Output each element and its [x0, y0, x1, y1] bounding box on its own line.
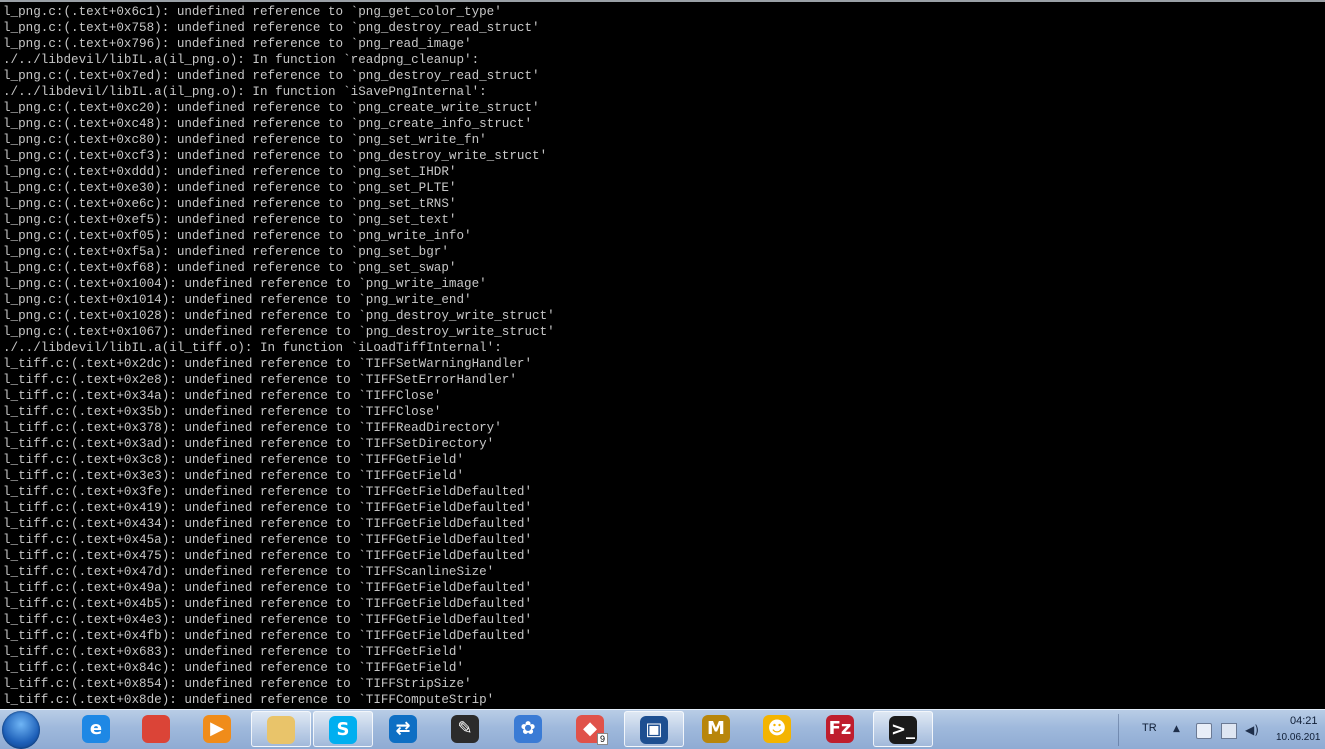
console-line: l_tiff.c:(.text+0x8de): undefined refere… — [3, 693, 495, 707]
taskbar-button-skype[interactable]: S — [313, 711, 373, 747]
console-line: l_tiff.c:(.text+0x475): undefined refere… — [3, 549, 533, 563]
volume-icon[interactable]: ◀) — [1245, 723, 1259, 737]
console-line: ./../libdevil/libIL.a(il_png.o): In func… — [3, 53, 480, 67]
console-line: l_png.c:(.text+0xddd): undefined referen… — [3, 165, 457, 179]
console-line: l_png.c:(.text+0x796): undefined referen… — [3, 37, 472, 51]
taskbar-button-internet-explorer[interactable]: e — [67, 711, 127, 747]
console-line: l_tiff.c:(.text+0x4fb): undefined refere… — [3, 629, 533, 643]
console-output: l_png.c:(.text+0x6c1): undefined referen… — [3, 4, 555, 708]
console-line: l_png.c:(.text+0xef5): undefined referen… — [3, 213, 457, 227]
internet-explorer-icon: e — [82, 715, 110, 743]
console-line: l_png.c:(.text+0x1004): undefined refere… — [3, 277, 487, 291]
taskbar-button-app-gem[interactable]: ◆ 9 — [561, 711, 621, 747]
taskbar-button-chrome[interactable] — [127, 711, 187, 747]
explorer-folder-icon — [267, 716, 295, 744]
console-line: l_tiff.c:(.text+0x35b): undefined refere… — [3, 405, 442, 419]
console-line: l_png.c:(.text+0x7ed): undefined referen… — [3, 69, 540, 83]
console-line: l_png.c:(.text+0xf5a): undefined referen… — [3, 245, 449, 259]
console-line: l_png.c:(.text+0x6c1): undefined referen… — [3, 5, 502, 19]
console-line: l_png.c:(.text+0xf05): undefined referen… — [3, 229, 472, 243]
console-line: l_tiff.c:(.text+0x3ad): undefined refere… — [3, 437, 495, 451]
console-line: l_tiff.c:(.text+0x47d): undefined refere… — [3, 565, 495, 579]
tray-separator — [1118, 714, 1119, 746]
console-line: l_png.c:(.text+0xe6c): undefined referen… — [3, 197, 457, 211]
console-line: l_png.c:(.text+0x758): undefined referen… — [3, 21, 540, 35]
console-line: ./../libdevil/libIL.a(il_png.o): In func… — [3, 85, 487, 99]
media-player-icon: ▶ — [203, 715, 231, 743]
app-swirl-icon: ✿ — [514, 715, 542, 743]
console-line: l_png.c:(.text+0x1067): undefined refere… — [3, 325, 555, 339]
start-button[interactable] — [2, 711, 40, 749]
console-line: l_png.c:(.text+0xc20): undefined referen… — [3, 101, 540, 115]
taskbar-button-filezilla[interactable]: Fz — [811, 711, 871, 747]
console-line: l_tiff.c:(.text+0x34a): undefined refere… — [3, 389, 442, 403]
taskbar-button-teamviewer[interactable]: ⇄ — [374, 711, 434, 747]
console-line: l_tiff.c:(.text+0x434): undefined refere… — [3, 517, 533, 531]
console-line: l_tiff.c:(.text+0x419): undefined refere… — [3, 501, 533, 515]
show-hidden-icons-icon[interactable]: ▲ — [1173, 724, 1187, 738]
console-line: l_tiff.c:(.text+0x3e3): undefined refere… — [3, 469, 465, 483]
app-mascot-icon: M — [702, 715, 730, 743]
console-line: l_tiff.c:(.text+0x3c8): undefined refere… — [3, 453, 465, 467]
skype-icon: S — [329, 716, 357, 744]
taskbar-button-virtualbox[interactable]: ▣ — [624, 711, 684, 747]
app-quill-icon: ✎ — [451, 715, 479, 743]
console-line: l_png.c:(.text+0x1014): undefined refere… — [3, 293, 472, 307]
filezilla-icon: Fz — [826, 715, 854, 743]
taskbar-button-command-prompt[interactable]: >_ — [873, 711, 933, 747]
console-line: l_png.c:(.text+0xe30): undefined referen… — [3, 181, 457, 195]
console-window[interactable]: l_png.c:(.text+0x6c1): undefined referen… — [0, 0, 1325, 709]
taskbar-button-app-chat[interactable]: ☻ — [748, 711, 808, 747]
console-line: l_png.c:(.text+0xc80): undefined referen… — [3, 133, 487, 147]
taskbar-button-app-quill[interactable]: ✎ — [436, 711, 496, 747]
console-line: l_tiff.c:(.text+0x84c): undefined refere… — [3, 661, 465, 675]
network-icon[interactable] — [1221, 723, 1237, 739]
console-line: l_tiff.c:(.text+0x3fe): undefined refere… — [3, 485, 533, 499]
console-line: l_png.c:(.text+0xc48): undefined referen… — [3, 117, 533, 131]
taskbar: e ▶ S ⇄ ✎ ✿ ◆ 9 ▣ M ☻ Fz >_ TR ▲ ◀) 04:21 10.06.201 — [0, 709, 1325, 749]
console-line: l_tiff.c:(.text+0x2e8): undefined refere… — [3, 373, 517, 387]
chrome-icon — [142, 715, 170, 743]
action-center-flag-icon[interactable] — [1196, 723, 1212, 739]
clock-time[interactable]: 04:21 — [1290, 715, 1318, 727]
taskbar-button-explorer-folder[interactable] — [251, 711, 311, 747]
clock-date[interactable]: 10.06.201 — [1276, 732, 1325, 743]
console-line: l_png.c:(.text+0xf68): undefined referen… — [3, 261, 457, 275]
console-line: l_tiff.c:(.text+0x2dc): undefined refere… — [3, 357, 533, 371]
virtualbox-icon: ▣ — [640, 716, 668, 744]
taskbar-button-app-mascot[interactable]: M — [687, 711, 747, 747]
console-line: l_tiff.c:(.text+0x49a): undefined refere… — [3, 581, 533, 595]
app-chat-icon: ☻ — [763, 715, 791, 743]
console-line: l_png.c:(.text+0x1028): undefined refere… — [3, 309, 555, 323]
taskbar-button-app-swirl[interactable]: ✿ — [499, 711, 559, 747]
console-line: ./../libdevil/libIL.a(il_tiff.o): In fun… — [3, 341, 502, 355]
command-prompt-icon: >_ — [889, 716, 917, 744]
console-line: l_tiff.c:(.text+0x854): undefined refere… — [3, 677, 472, 691]
console-line: l_tiff.c:(.text+0x4e3): undefined refere… — [3, 613, 533, 627]
taskbar-button-media-player[interactable]: ▶ — [188, 711, 248, 747]
console-line: l_tiff.c:(.text+0x4b5): undefined refere… — [3, 597, 533, 611]
console-line: l_tiff.c:(.text+0x378): undefined refere… — [3, 421, 502, 435]
teamviewer-icon: ⇄ — [389, 715, 417, 743]
language-indicator[interactable]: TR — [1142, 722, 1157, 734]
console-line: l_tiff.c:(.text+0x683): undefined refere… — [3, 645, 465, 659]
taskbar-badge: 9 — [597, 733, 609, 745]
console-line: l_tiff.c:(.text+0x45a): undefined refere… — [3, 533, 533, 547]
console-line: l_png.c:(.text+0xcf3): undefined referen… — [3, 149, 548, 163]
